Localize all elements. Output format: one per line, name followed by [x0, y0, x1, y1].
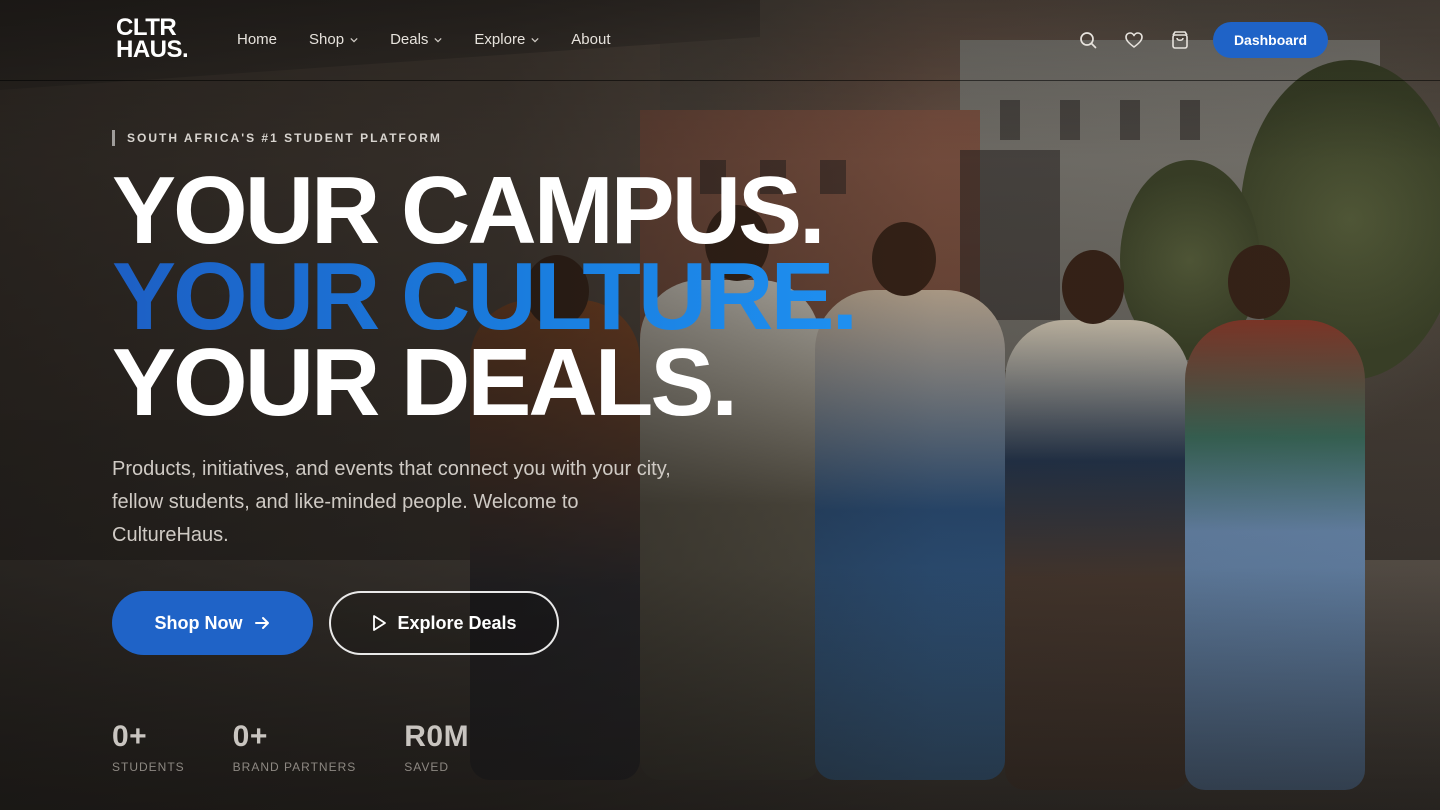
headline-line-2-dot: .	[831, 243, 859, 350]
nav-item-label: About	[571, 31, 611, 48]
nav-item-label: Home	[237, 31, 278, 48]
headline-line-2: YOUR CULTURE.	[112, 249, 859, 345]
top-navigation: CLTR HAUS. Home Shop Deals Explore About…	[0, 0, 1440, 81]
nav-item-home[interactable]: Home	[237, 31, 277, 48]
chevron-down-icon	[434, 37, 443, 42]
stat-label: SAVED	[404, 760, 450, 774]
stats-row: 0+ STUDENTS 0+ BRAND PARTNERS R0M SAVED	[112, 720, 517, 774]
nav-item-explore[interactable]: Explore	[474, 31, 539, 48]
shop-now-label: Shop Now	[154, 612, 243, 633]
chevron-down-icon	[350, 37, 358, 42]
arrow-right-icon	[254, 617, 269, 629]
hero-headline: YOUR CAMPUS. YOUR CULTURE. YOUR DEALS.	[112, 157, 859, 436]
hero-eyebrow: SOUTH AFRICA'S #1 STUDENT PLATFORM	[112, 130, 442, 146]
nav-item-label: Explore	[474, 31, 526, 48]
stat-label: BRAND PARTNERS	[232, 760, 357, 774]
stat-value: R0M	[404, 720, 470, 753]
brand-logo[interactable]: CLTR HAUS.	[116, 16, 189, 63]
headline-line-1: YOUR CAMPUS.	[112, 157, 826, 264]
stat-value: 0+	[232, 720, 268, 753]
search-icon[interactable]	[1078, 30, 1098, 50]
play-icon	[373, 615, 387, 631]
nav-item-label: Shop	[309, 31, 345, 48]
stat-students: 0+ STUDENTS	[112, 720, 185, 774]
dashboard-button[interactable]: Dashboard	[1213, 22, 1328, 58]
main-menu: Home Shop Deals Explore About	[237, 31, 642, 48]
heart-icon[interactable]	[1124, 30, 1144, 50]
explore-deals-label: Explore Deals	[397, 612, 517, 633]
nav-item-label: Deals	[390, 31, 429, 48]
nav-item-shop[interactable]: Shop	[309, 31, 358, 48]
stat-label: STUDENTS	[112, 760, 185, 774]
stat-saved: R0M SAVED	[404, 720, 469, 774]
stat-value: 0+	[112, 720, 148, 753]
shopping-bag-icon[interactable]	[1170, 30, 1190, 50]
hero-description: Products, initiatives, and events that c…	[112, 458, 671, 546]
headline-line-3: YOUR DEALS.	[112, 329, 738, 436]
shop-now-button[interactable]: Shop Now	[112, 591, 313, 655]
nav-item-deals[interactable]: Deals	[390, 31, 443, 48]
logo-line-2: HAUS.	[116, 36, 189, 63]
stat-brand-partners: 0+ BRAND PARTNERS	[233, 720, 357, 774]
chevron-down-icon	[531, 37, 539, 42]
nav-actions	[1078, 30, 1190, 50]
nav-item-about[interactable]: About	[571, 31, 610, 48]
explore-deals-button[interactable]: Explore Deals	[329, 591, 559, 655]
